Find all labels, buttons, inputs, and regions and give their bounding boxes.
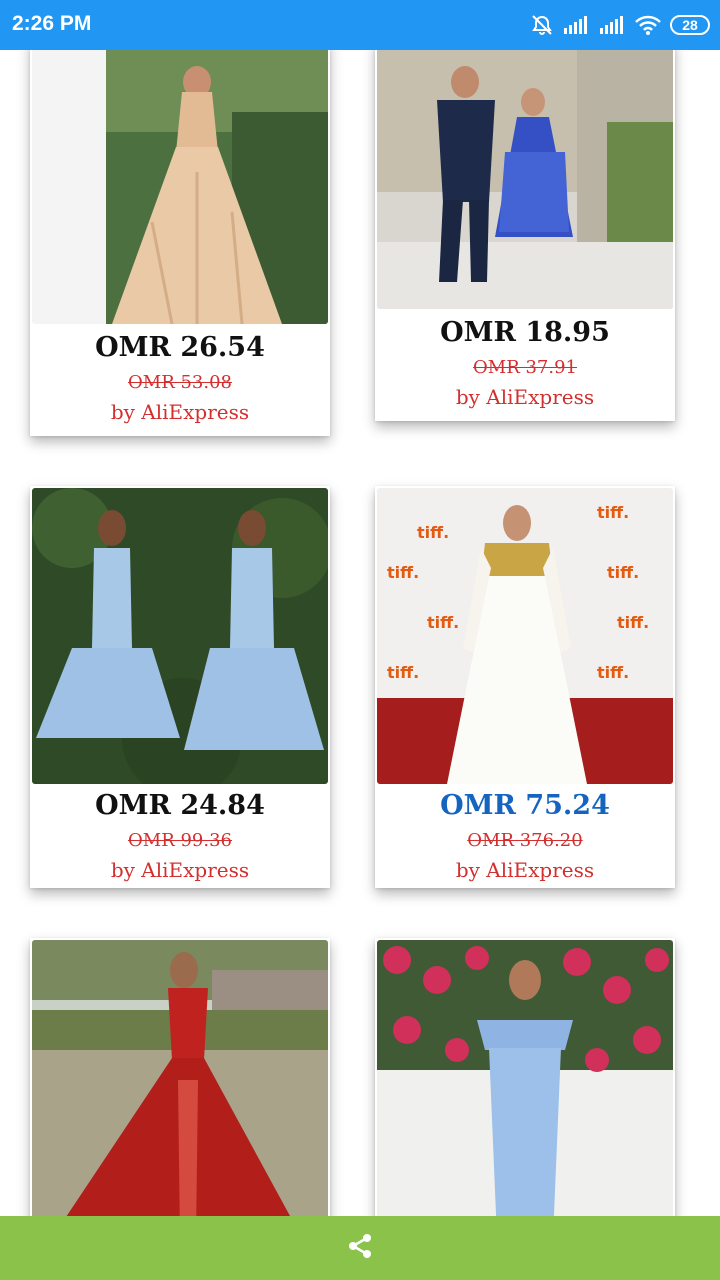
product-seller[interactable]: by AliExpress	[30, 400, 330, 424]
svg-text:tiff.: tiff.	[617, 613, 649, 632]
product-price: OMR 26.54	[95, 332, 265, 363]
product-old-price: OMR 37.91	[473, 357, 577, 378]
svg-text:tiff.: tiff.	[597, 503, 629, 522]
product-grid[interactable]: OMR 26.54 OMR 53.08 by AliExpress OMR 18…	[0, 50, 720, 1216]
product-card[interactable]	[375, 938, 675, 1216]
product-image[interactable]	[32, 940, 328, 1216]
product-image[interactable]	[377, 940, 673, 1216]
product-old-price: OMR 99.36	[128, 830, 232, 851]
share-button[interactable]	[340, 1228, 380, 1268]
product-image[interactable]	[32, 488, 328, 784]
product-image[interactable]	[377, 50, 673, 309]
svg-text:tiff.: tiff.	[387, 663, 419, 682]
status-bar: 2:26 PM 28	[0, 0, 720, 50]
product-card[interactable]: OMR 24.84 OMR 99.36 by AliExpress	[30, 486, 330, 888]
product-card[interactable]: OMR 26.54 OMR 53.08 by AliExpress	[30, 50, 330, 436]
signal-icon	[598, 14, 626, 36]
signal-icon	[562, 14, 590, 36]
product-seller[interactable]: by AliExpress	[375, 858, 675, 882]
share-icon	[345, 1231, 375, 1265]
product-price: OMR 24.84	[95, 790, 265, 821]
status-time: 2:26 PM	[12, 12, 92, 35]
svg-text:tiff.: tiff.	[387, 563, 419, 582]
alarm-off-icon	[530, 13, 554, 37]
product-card[interactable]	[30, 938, 330, 1216]
wifi-icon	[634, 14, 662, 36]
battery-icon: 28	[670, 15, 710, 35]
product-price: OMR 75.24	[440, 790, 610, 821]
product-card[interactable]: tiff. tiff. tiff. tiff. tiff. tiff. tiff. ti…	[375, 486, 675, 888]
svg-text:tiff.: tiff.	[417, 523, 449, 542]
svg-text:tiff.: tiff.	[597, 663, 629, 682]
product-old-price: OMR 53.08	[128, 372, 232, 393]
product-price: OMR 18.95	[440, 317, 610, 348]
product-image[interactable]	[32, 50, 328, 324]
status-icons: 28	[530, 12, 710, 38]
svg-text:tiff.: tiff.	[607, 563, 639, 582]
product-image[interactable]: tiff. tiff. tiff. tiff. tiff. tiff. tiff. ti…	[377, 488, 673, 784]
svg-text:tiff.: tiff.	[427, 613, 459, 632]
product-seller[interactable]: by AliExpress	[30, 858, 330, 882]
bottom-bar	[0, 1216, 720, 1280]
product-card[interactable]: OMR 18.95 OMR 37.91 by AliExpress	[375, 50, 675, 421]
product-old-price: OMR 376.20	[467, 830, 583, 851]
product-seller[interactable]: by AliExpress	[375, 385, 675, 409]
